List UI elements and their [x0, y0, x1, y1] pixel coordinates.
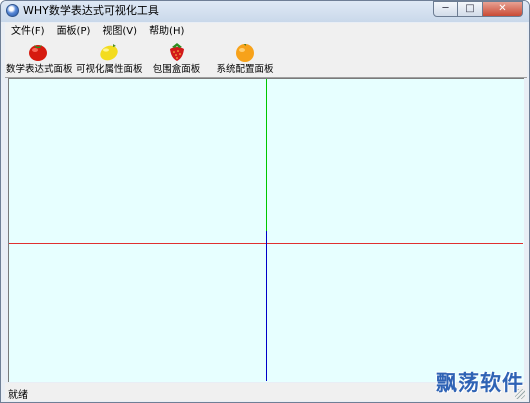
toolbar-button-visual-properties-panel[interactable]: 可视化属性面板	[76, 41, 143, 76]
toolbar-button-bounding-box-panel[interactable]: 包围盒面板	[149, 41, 204, 76]
toolbar-label: 数学表达式面板	[6, 64, 73, 75]
app-icon	[6, 4, 19, 17]
menu-file[interactable]: 文件(F)	[5, 24, 51, 39]
toolbar-button-expression-panel[interactable]: 数学表达式面板	[6, 41, 73, 76]
strawberry-icon	[166, 41, 188, 62]
y-axis-line	[266, 79, 267, 231]
menu-panel[interactable]: 面板(P)	[51, 24, 97, 39]
watermark-logo: 飘荡软件	[436, 371, 524, 395]
menu-view[interactable]: 视图(V)	[96, 24, 143, 39]
menu-help[interactable]: 帮助(H)	[143, 24, 190, 39]
menu-bar: 文件(F) 面板(P) 视图(V) 帮助(H)	[5, 23, 527, 40]
orange-icon	[234, 41, 256, 62]
plot-canvas[interactable]	[8, 78, 524, 382]
toolbar-label: 可视化属性面板	[76, 64, 143, 75]
toolbar-label: 包围盒面板	[152, 64, 201, 75]
tomato-icon	[27, 41, 49, 62]
lemon-icon	[98, 41, 120, 62]
window-controls: ─ □ ✕	[433, 1, 523, 18]
toolbar-button-system-config-panel[interactable]: 系统配置面板	[213, 41, 277, 76]
main-window: WHY数学表达式可视化工具 ─ □ ✕ 文件(F) 面板(P) 视图(V) 帮助…	[0, 0, 530, 403]
minimize-button[interactable]: ─	[433, 1, 458, 17]
toolbar-label: 系统配置面板	[216, 64, 274, 75]
maximize-button[interactable]: □	[458, 1, 483, 17]
toolbar: 数学表达式面板 可视化属性面板 包围盒面板 系统配置面板	[5, 40, 527, 78]
status-text: 就绪	[8, 390, 28, 401]
window-title: WHY数学表达式可视化工具	[23, 4, 159, 17]
title-bar[interactable]: WHY数学表达式可视化工具 ─ □ ✕	[1, 1, 529, 22]
z-axis-line	[266, 231, 267, 381]
close-button[interactable]: ✕	[483, 1, 523, 17]
